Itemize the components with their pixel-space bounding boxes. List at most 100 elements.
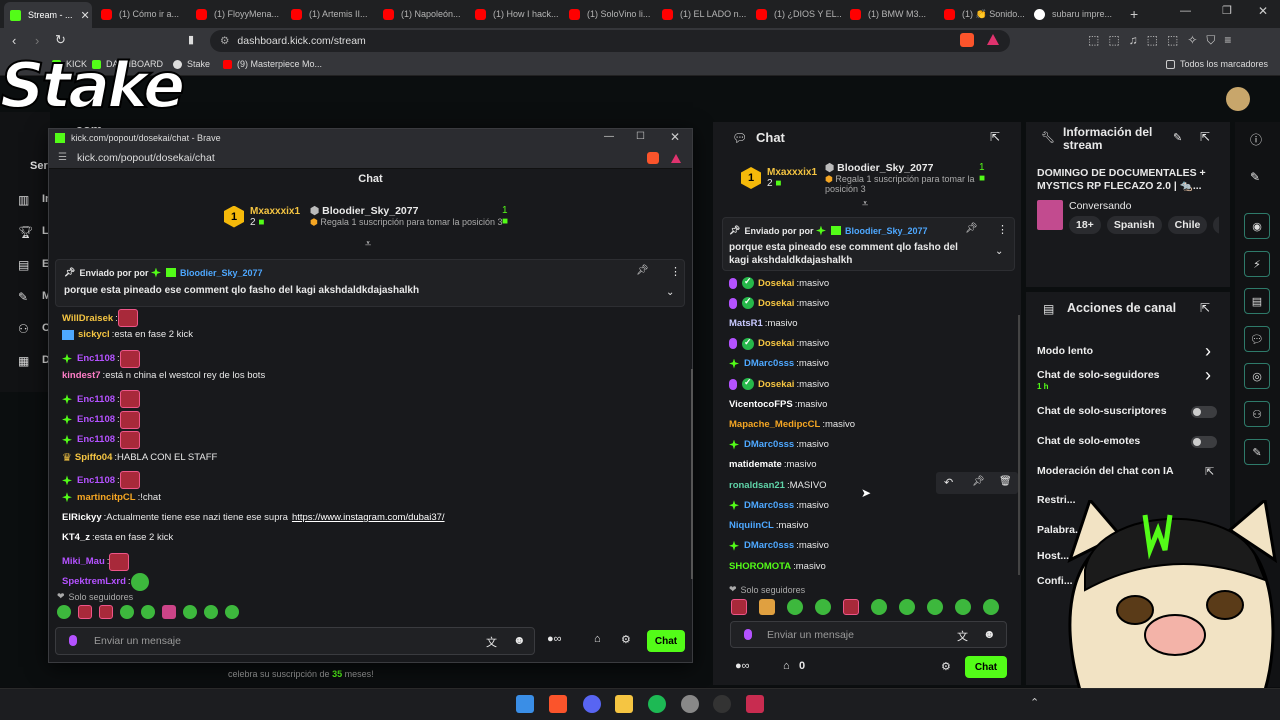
chat-message[interactable]: Dosekai: masivo bbox=[729, 296, 829, 310]
discord-icon[interactable] bbox=[583, 695, 601, 713]
chat-message[interactable]: ronaldsan21: MASIVO bbox=[729, 480, 827, 491]
emote[interactable] bbox=[130, 572, 149, 591]
chat-username[interactable]: KT4_z bbox=[62, 532, 90, 543]
chat-message[interactable]: Enc1108: bbox=[62, 349, 140, 368]
delete-icon[interactable]: 🗑︎ bbox=[999, 476, 1012, 487]
chat-message[interactable]: KT4_z: esta en fase 2 kick bbox=[62, 532, 173, 543]
emoji-icon[interactable]: ☻ bbox=[513, 633, 526, 647]
expand-icon[interactable]: ⩡ bbox=[365, 238, 371, 251]
unpin-icon[interactable]: 📌︎ bbox=[965, 223, 978, 234]
chat-icon[interactable]: 💬︎ bbox=[1244, 326, 1270, 352]
translate-icon[interactable]: 文 bbox=[957, 628, 968, 644]
app-icon[interactable] bbox=[713, 695, 731, 713]
chat-message[interactable]: Enc1108: bbox=[62, 410, 140, 429]
brave-rewards-icon[interactable] bbox=[671, 154, 681, 163]
browser-tab[interactable]: (1) BMW M3... bbox=[850, 4, 936, 24]
chevron-right-icon[interactable]: › bbox=[1205, 365, 1211, 386]
chat-username[interactable]: VicentocoFPS bbox=[729, 399, 793, 410]
chat-message[interactable]: Enc1108: bbox=[62, 390, 140, 409]
chat-username[interactable]: MatsR1 bbox=[729, 318, 763, 329]
chat-message[interactable]: ♛ Spiffo04: HABLA CON EL STAFF bbox=[62, 451, 217, 464]
chat-username[interactable]: SpektremLxrd bbox=[62, 576, 126, 587]
chat-username[interactable]: Dosekai bbox=[758, 278, 794, 289]
emote[interactable] bbox=[119, 349, 140, 368]
trophy-icon[interactable]: 🏆︎ bbox=[18, 225, 33, 239]
channel-action-item[interactable]: Moderación del chat con IA bbox=[1037, 465, 1174, 477]
chat-username[interactable]: Dosekai bbox=[758, 298, 794, 309]
edit-icon[interactable]: ✎ bbox=[1173, 131, 1182, 144]
emote-bar[interactable] bbox=[57, 605, 246, 622]
chat-username[interactable]: WillDraisek bbox=[62, 313, 113, 324]
translate-icon[interactable]: 文 bbox=[486, 634, 497, 650]
users-icon[interactable]: ⚇ bbox=[1244, 401, 1270, 427]
chat-message[interactable]: kindest7: está n china el westcol rey de… bbox=[62, 370, 265, 381]
obs-icon[interactable] bbox=[681, 695, 699, 713]
chat-username[interactable]: DMarc0sss bbox=[744, 439, 794, 450]
scrollbar[interactable] bbox=[1018, 315, 1020, 575]
chevron-down-icon[interactable]: ⌄ bbox=[995, 246, 1003, 257]
browser-tab[interactable]: (1) FloyyMena... bbox=[196, 4, 282, 24]
spotify-icon[interactable] bbox=[648, 695, 666, 713]
chat-message[interactable]: Enc1108: bbox=[62, 471, 140, 490]
browser-tab[interactable]: (1) How I hack... bbox=[475, 4, 561, 24]
brave-shield-icon[interactable] bbox=[647, 152, 659, 164]
settings-icon[interactable]: ⚙ bbox=[941, 660, 951, 673]
browser-tab[interactable]: (1) 👏 Sonido... bbox=[944, 4, 1030, 24]
nav-label[interactable]: Ser bbox=[30, 160, 48, 172]
emote[interactable] bbox=[119, 410, 140, 429]
chat-username[interactable]: NiquiinCL bbox=[729, 520, 774, 531]
chat-message[interactable]: Mapache_MedipcCL: masivo bbox=[729, 419, 855, 430]
toggle-switch[interactable] bbox=[1191, 406, 1217, 418]
chat-message[interactable]: VicentocoFPS: masivo bbox=[729, 399, 827, 410]
pin-icon[interactable]: 📌︎ bbox=[972, 476, 985, 487]
chat-username[interactable]: matidemate bbox=[729, 459, 782, 470]
popout-close-icon[interactable]: ✕ bbox=[670, 130, 680, 144]
emoji-icon[interactable]: ☻ bbox=[983, 627, 996, 641]
clipboard-icon[interactable]: ▤ bbox=[1244, 288, 1270, 314]
all-bookmarks[interactable]: Todos los marcadores bbox=[1166, 59, 1268, 69]
edit-icon[interactable]: ▤ bbox=[18, 258, 29, 272]
document-icon[interactable]: ▦ bbox=[18, 354, 29, 368]
lightning-icon[interactable]: ⚡︎ bbox=[1244, 251, 1270, 277]
chat-message[interactable]: DMarc0sss: masivo bbox=[729, 439, 829, 450]
back-icon[interactable]: ‹ bbox=[12, 33, 16, 48]
brave-rewards-icon[interactable] bbox=[987, 34, 999, 45]
info-icon[interactable]: ⓘ bbox=[1250, 131, 1262, 148]
category-name[interactable]: Conversando bbox=[1069, 200, 1131, 212]
chat-message[interactable]: DMarc0sss: masivo bbox=[729, 500, 829, 511]
chat-username[interactable]: Dosekai bbox=[758, 338, 794, 349]
chat-username[interactable]: Enc1108 bbox=[77, 475, 115, 486]
chat-username[interactable]: martincitpCL bbox=[77, 492, 136, 503]
scrollbar[interactable] bbox=[691, 369, 693, 579]
chat-username[interactable]: SHOROMOTA bbox=[729, 561, 791, 572]
chat-message[interactable]: DMarc0sss: masivo bbox=[729, 540, 829, 551]
reply-icon[interactable]: ↶ bbox=[944, 476, 953, 489]
tray-chevron-icon[interactable]: ⌃ bbox=[1030, 696, 1039, 709]
brave-shield-icon[interactable] bbox=[960, 33, 974, 47]
chat-username[interactable]: Mapache_MedipcCL bbox=[729, 419, 820, 430]
camera-icon[interactable]: ◉ bbox=[1244, 213, 1270, 239]
folder-icon[interactable] bbox=[615, 695, 633, 713]
popout-maximize-icon[interactable]: ☐ bbox=[636, 131, 645, 142]
category-thumbnail[interactable] bbox=[1037, 200, 1063, 230]
chevron-down-icon[interactable]: ⌄ bbox=[666, 287, 674, 298]
avatar[interactable] bbox=[1226, 87, 1250, 111]
browser-tab[interactable]: (1) ¿DIOS Y EL... bbox=[756, 4, 842, 24]
channel-action-item[interactable]: Modo lento bbox=[1037, 345, 1093, 357]
popout-icon[interactable]: ⇱ bbox=[990, 130, 1000, 144]
app-icon[interactable] bbox=[746, 695, 764, 713]
chat-message[interactable]: Dosekai: masivo bbox=[729, 337, 829, 350]
chat-username[interactable]: Miki_Mau bbox=[62, 556, 105, 567]
chat-message[interactable]: Dosekai: masivo bbox=[729, 377, 829, 391]
chat-message[interactable]: ElRickyy: Actualmente tiene ese nazi tie… bbox=[62, 512, 445, 523]
chat-username[interactable]: ElRickyy bbox=[62, 512, 102, 523]
chat-link[interactable]: https://www.instagram.com/dubai37/ bbox=[292, 512, 445, 523]
chat-username[interactable]: Enc1108 bbox=[77, 414, 115, 425]
chat-username[interactable]: Enc1108 bbox=[77, 394, 115, 405]
url-field[interactable]: ⚙ dashboard.kick.com/stream bbox=[210, 30, 1010, 52]
insights-icon[interactable]: ▥ bbox=[18, 193, 29, 207]
browser-tab[interactable]: (1) Cómo ir a... bbox=[101, 4, 187, 24]
chat-username[interactable]: DMarc0sss bbox=[744, 540, 794, 551]
new-tab-button[interactable]: + bbox=[1130, 6, 1138, 22]
emote[interactable] bbox=[119, 471, 140, 490]
